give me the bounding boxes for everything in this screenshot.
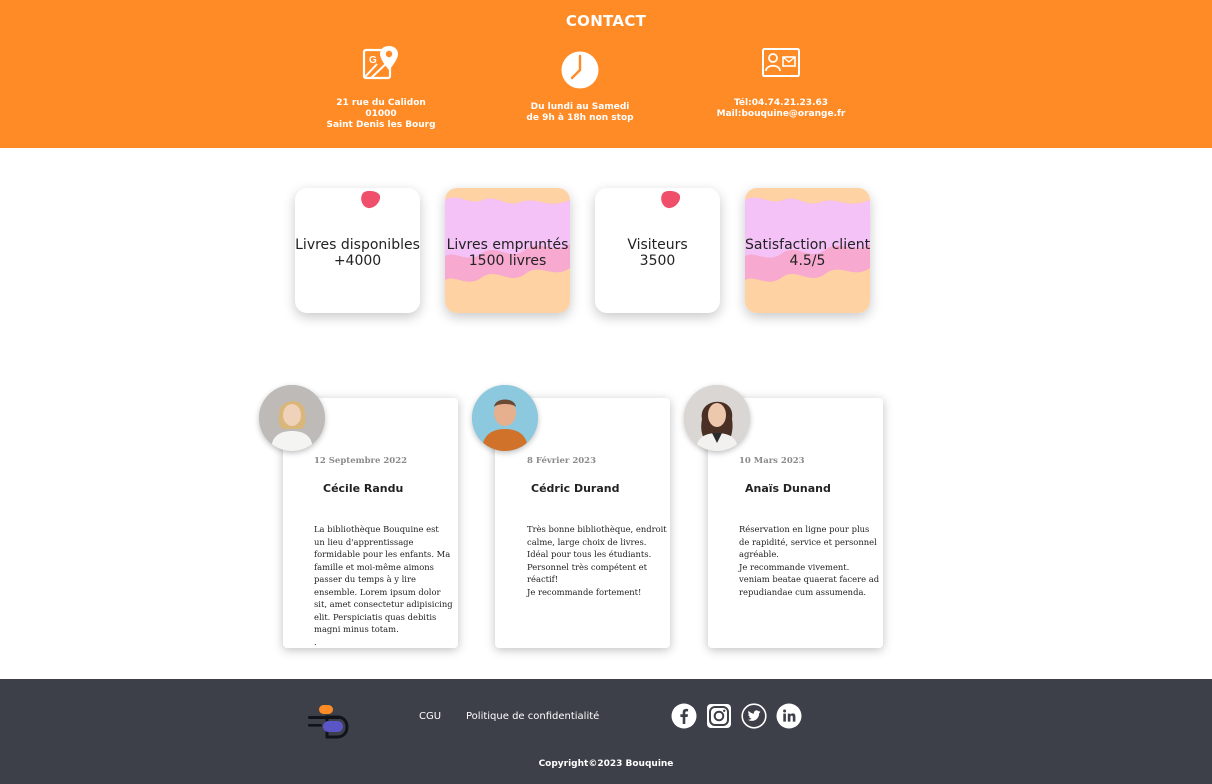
stat-card-books-borrowed: Livres empruntés 1500 livres <box>445 188 570 313</box>
stat-label: Satisfaction client <box>745 237 870 253</box>
clock-icon <box>561 51 599 89</box>
blob-decoration <box>361 190 381 209</box>
svg-text:G: G <box>369 55 377 66</box>
testimonial-line: Je recommande vivement. <box>739 561 850 572</box>
footer-link-privacy[interactable]: Politique de confidentialité <box>466 711 599 722</box>
social-instagram[interactable] <box>706 703 732 729</box>
testimonial-line: formidable pour les enfants. Ma <box>314 549 451 559</box>
hours-line: Du lundi au Samedi <box>530 102 630 112</box>
testimonial-line: Très bonne bibliothèque, endroit <box>527 524 667 534</box>
testimonial-text: La bibliothèque Bouquine est un lieu d'a… <box>314 523 453 648</box>
facebook-icon <box>671 703 697 729</box>
address-line: 21 rue du Calidon <box>336 98 426 108</box>
copyright: Copyright©2023 Bouquine <box>538 759 674 769</box>
bouquine-logo[interactable] <box>305 703 349 739</box>
testimonial-line: magni minus totam. <box>314 624 399 634</box>
testimonial-line: La bibliothèque Bouquine est <box>314 524 439 534</box>
contact-section: CONTACT G 21 rue du Calidon 01000 Saint … <box>0 0 1212 148</box>
hours-line: de 9h à 18h non stop <box>526 113 634 123</box>
testimonial-line: Idéal pour tous les étudiants. <box>527 549 652 559</box>
testimonial-line: un lieu d'apprentissage <box>314 536 414 547</box>
stat-label: Livres empruntés <box>446 237 569 253</box>
contact-card-icon <box>762 48 800 77</box>
address-line: 01000 <box>365 109 397 119</box>
footer-link-cgu[interactable]: CGU <box>419 711 441 722</box>
testimonial-text: Très bonne bibliothèque, endroit calme, … <box>527 523 667 598</box>
avatar-photo <box>684 385 750 451</box>
avatar <box>684 385 750 451</box>
testimonial-name: Anaïs Dunand <box>745 482 831 495</box>
testimonial-line: sit, amet consectetur adipisicing <box>314 599 453 609</box>
testimonial-text: Réservation en ligne pour plus de rapidi… <box>739 523 880 598</box>
stat-label: Visiteurs <box>627 237 688 253</box>
testimonial-line: repudiandae cum assumenda. <box>739 586 867 597</box>
twitter-icon <box>741 703 767 729</box>
stat-value: 1500 livres <box>468 253 547 269</box>
social-facebook[interactable] <box>671 703 697 729</box>
stat-value: +4000 <box>333 253 382 269</box>
contact-address: G 21 rue du Calidon 01000 Saint Denis le… <box>281 44 481 131</box>
avatar <box>259 385 325 451</box>
testimonial-line: de rapidité, service et personnel <box>739 536 877 547</box>
testimonial-line: Je recommande fortement! <box>527 586 642 597</box>
avatar-photo <box>259 385 325 451</box>
avatar-photo <box>472 385 538 451</box>
footer: CGU Politique de confidentialité Copyrig… <box>0 679 1212 784</box>
map-pin-icon: G <box>362 46 398 80</box>
testimonial-name: Cédric Durand <box>531 482 620 495</box>
stat-value: 4.5/5 <box>789 253 826 269</box>
blob-decoration <box>661 190 681 209</box>
contact-phone: Tél:04.74.21.23.63 Mail:bouquine@orange.… <box>681 44 881 120</box>
testimonial-name: Cécile Randu <box>323 482 404 495</box>
stat-card-visitors: Visiteurs 3500 <box>595 188 720 313</box>
stat-value: 3500 <box>639 253 676 269</box>
phone-line[interactable]: Tél:04.74.21.23.63 <box>681 98 881 109</box>
testimonial-line: elit. Perspiciatis quas debitis <box>314 611 437 622</box>
contact-hours: Du lundi au Samedi de 9h à 18h non stop <box>480 44 680 124</box>
testimonial-date: 8 Février 2023 <box>527 456 597 466</box>
avatar <box>472 385 538 451</box>
testimonial-line: veniam beatae quaerat facere ad <box>739 574 880 584</box>
testimonial-line: Personnel très compétent et <box>527 561 647 572</box>
testimonial-line: ensemble. Lorem ipsum dolor <box>314 586 441 597</box>
testimonial-line: passer du temps à y lire <box>314 574 416 584</box>
address-line: Saint Denis les Bourg <box>326 120 436 130</box>
instagram-icon <box>707 704 731 728</box>
testimonial-line: réactif! <box>527 574 559 584</box>
contact-title: CONTACT <box>565 12 647 30</box>
testimonial-line: agréable. <box>739 549 779 559</box>
testimonial-line: famille et moi-même aimons <box>314 561 434 572</box>
testimonial-line: . <box>314 636 317 647</box>
testimonial-line: calme, large choix de livres. <box>527 536 647 547</box>
stat-label: Livres disponibles <box>295 237 420 253</box>
testimonial-line: Réservation en ligne pour plus <box>739 524 870 534</box>
stat-card-books-available: Livres disponibles +4000 <box>295 188 420 313</box>
social-twitter[interactable] <box>741 703 767 729</box>
social-linkedin[interactable] <box>776 703 802 729</box>
testimonial-date: 10 Mars 2023 <box>739 456 805 466</box>
testimonial-date: 12 Septembre 2022 <box>314 456 408 466</box>
linkedin-icon <box>776 703 802 729</box>
stat-card-satisfaction: Satisfaction client 4.5/5 <box>745 188 870 313</box>
mail-line[interactable]: Mail:bouquine@orange.fr <box>681 109 881 120</box>
